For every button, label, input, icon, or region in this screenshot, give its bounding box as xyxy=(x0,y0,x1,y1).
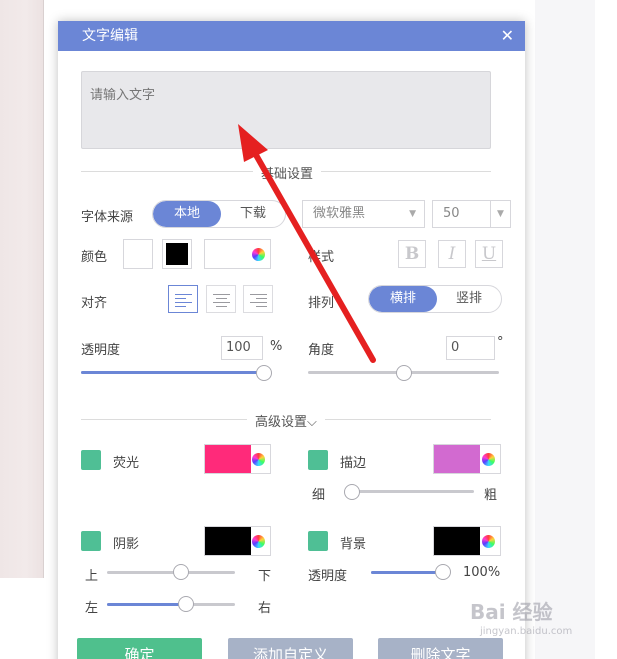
watermark-logo: Bai 经验 xyxy=(470,600,553,624)
annotation-arrow xyxy=(238,124,376,363)
annotation-arrow-head xyxy=(238,124,268,162)
watermark-url: jingyan.baidu.com xyxy=(480,626,573,637)
annotation-arrow-shaft xyxy=(249,145,376,363)
